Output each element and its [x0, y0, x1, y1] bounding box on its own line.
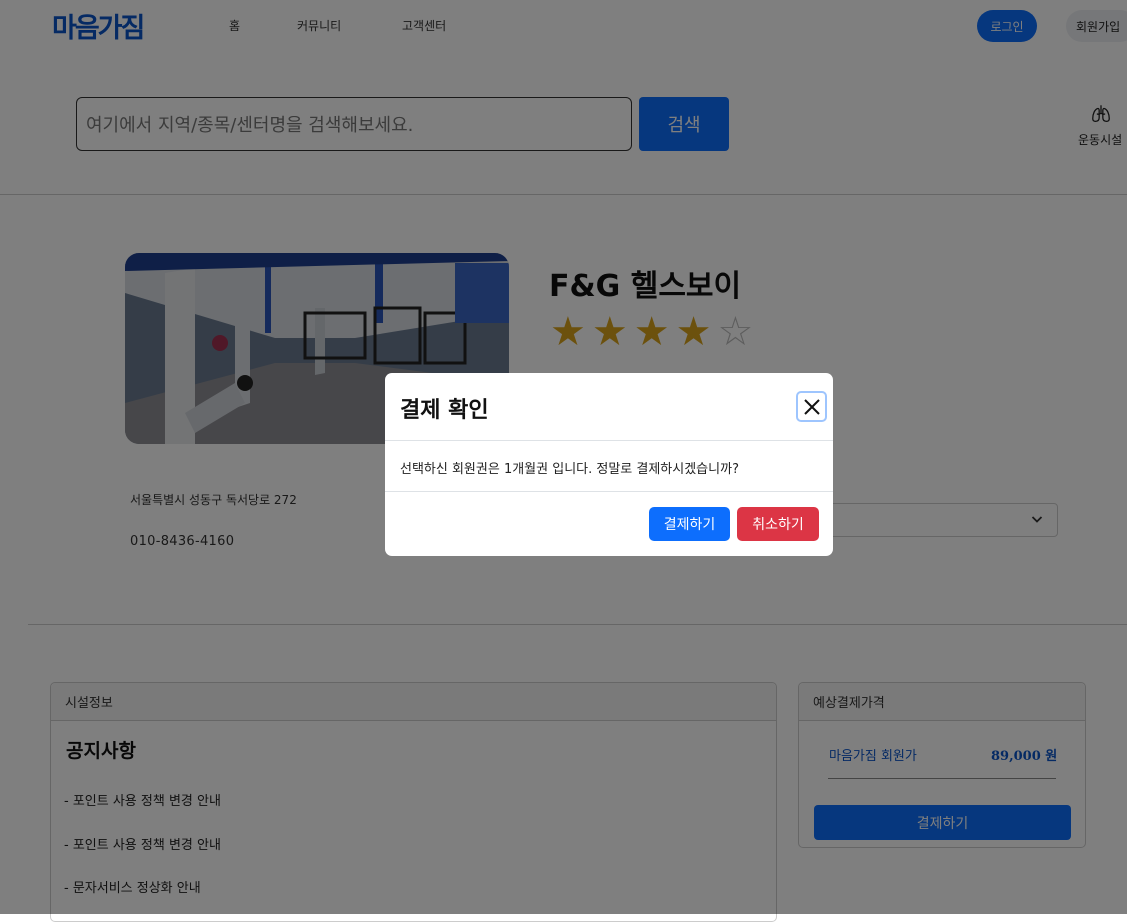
close-button[interactable] — [796, 391, 827, 422]
payment-confirm-modal: 결제 확인 선택하신 회원권은 1개월권 입니다. 정말로 결제하시겠습니까? … — [385, 373, 833, 556]
close-icon — [803, 398, 820, 415]
divider — [385, 491, 833, 492]
modal-title: 결제 확인 — [400, 398, 489, 423]
cancel-button[interactable]: 취소하기 — [737, 507, 819, 541]
divider — [385, 440, 833, 441]
modal-message: 선택하신 회원권은 1개월권 입니다. 정말로 결제하시겠습니까? — [400, 462, 739, 477]
confirm-payment-button[interactable]: 결제하기 — [649, 507, 730, 541]
